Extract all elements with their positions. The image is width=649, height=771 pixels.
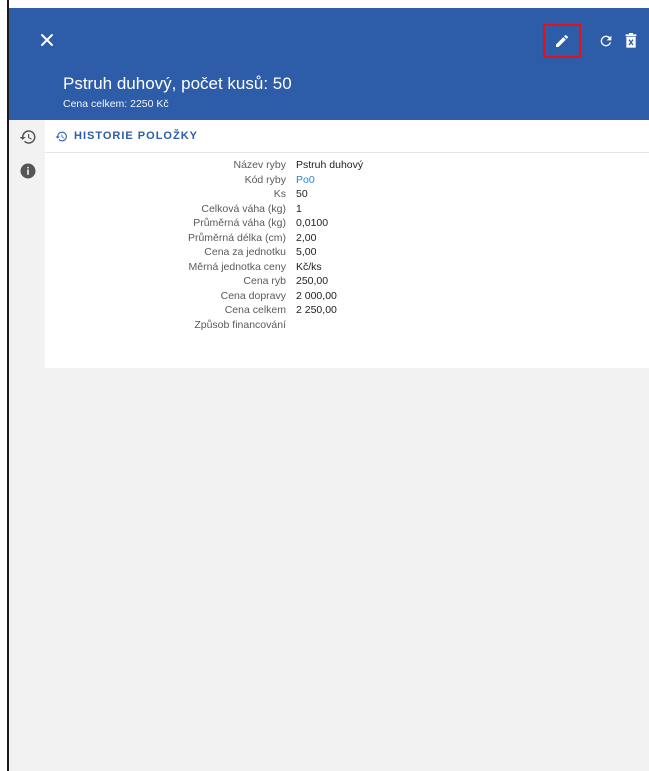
item-history-panel: HISTORIE POLOŽKY Název ryby Pstruh duhový… (45, 120, 649, 368)
delete-button[interactable] (614, 24, 648, 58)
detail-row: Celková váha (kg) 1 (45, 202, 649, 217)
detail-label: Způsob financování (194, 318, 286, 331)
detail-label: Cena celkem (224, 304, 286, 316)
section-title: HISTORIE POLOŽKY (74, 130, 198, 142)
detail-value: 2,00 (296, 231, 317, 244)
history-tab-button[interactable] (19, 128, 37, 146)
detail-value: Pstruh duhový (296, 159, 364, 171)
detail-row: Kód ryby Po0 (45, 173, 649, 188)
detail-row: Cena dopravy 2 000,00 (45, 289, 649, 304)
detail-row: Cena za jednotku 5,00 (45, 245, 649, 260)
side-rail (9, 120, 45, 771)
detail-panel: Pstruh duhový, počet kusů: 50 Cena celke… (9, 8, 649, 771)
detail-label: Ks (273, 188, 286, 200)
history-icon (55, 131, 67, 142)
detail-row: Průměrná délka (cm) 2,00 (45, 231, 649, 246)
detail-list: Název ryby Pstruh duhový Kód ryby Po0 Ks 50… (45, 158, 649, 332)
delete-icon (625, 33, 637, 48)
detail-label: Průměrná délka (cm) (187, 231, 286, 244)
page-subtitle: Cena celkem: 2250 Kč (63, 98, 169, 110)
close-button[interactable] (35, 28, 59, 52)
window-edge (0, 0, 9, 771)
history-icon (19, 130, 36, 144)
detail-value: 2 250,00 (296, 304, 337, 316)
refresh-icon (600, 35, 612, 47)
detail-value: Kč/ks (296, 260, 322, 273)
info-tab-button[interactable] (19, 162, 37, 180)
detail-label: Cena za jednotku (204, 246, 286, 258)
detail-row: Cena ryb 250,00 (45, 274, 649, 289)
detail-row: Cena celkem 2 250,00 (45, 303, 649, 318)
detail-value: 2 000,00 (296, 289, 337, 302)
detail-row: Název ryby Pstruh duhový (45, 158, 649, 173)
detail-row: Ks 50 (45, 187, 649, 202)
detail-label: Název ryby (233, 159, 286, 171)
detail-label: Měrná jednotka ceny (188, 260, 286, 273)
detail-value: 0,0100 (296, 217, 329, 229)
edit-icon (556, 34, 568, 47)
page-title: Pstruh duhový, počet kusů: 50 (63, 74, 292, 93)
detail-label: Cena ryb (243, 275, 286, 287)
fish-code-link[interactable]: Po0 (296, 173, 315, 188)
edit-button[interactable] (543, 24, 581, 58)
detail-value: 5,00 (296, 246, 317, 258)
detail-row: Průměrná váha (kg) 0,0100 (45, 216, 649, 231)
detail-value: 250,00 (296, 275, 329, 287)
detail-row: Způsob financování (45, 318, 649, 333)
detail-label: Průměrná váha (kg) (193, 217, 286, 229)
detail-label: Celková váha (kg) (201, 202, 286, 215)
close-icon (41, 34, 53, 46)
detail-label: Cena dopravy (220, 289, 286, 302)
info-icon (20, 163, 36, 179)
detail-value: 1 (296, 202, 302, 215)
panel-header: Pstruh duhový, počet kusů: 50 Cena celke… (9, 8, 649, 120)
detail-value: 50 (296, 188, 308, 200)
detail-label: Kód ryby (244, 173, 286, 186)
detail-row: Měrná jednotka ceny Kč/ks (45, 260, 649, 275)
section-header[interactable]: HISTORIE POLOŽKY (45, 120, 649, 153)
